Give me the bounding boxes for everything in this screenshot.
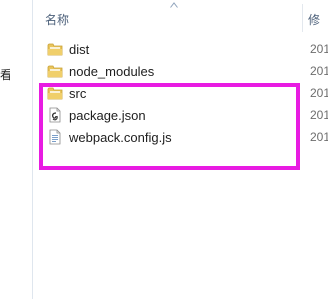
nav-item-fragment[interactable]: 看 bbox=[0, 66, 10, 83]
file-date: 201 bbox=[310, 130, 328, 144]
date-column-header[interactable]: 修 bbox=[308, 11, 320, 28]
explorer-window: 看 名称 修 dist 201 node_modules 201 src 201… bbox=[0, 0, 328, 299]
sort-ascending-icon bbox=[170, 2, 178, 8]
folder-icon bbox=[47, 43, 63, 56]
name-column-header[interactable]: 名称 bbox=[45, 11, 69, 28]
file-date: 201 bbox=[310, 108, 328, 122]
highlight-annotation bbox=[39, 83, 300, 170]
file-date: 201 bbox=[310, 64, 328, 78]
file-date: 201 bbox=[310, 42, 328, 56]
list-item-dist[interactable]: dist 201 bbox=[33, 38, 328, 60]
file-name: node_modules bbox=[69, 64, 155, 79]
file-name: dist bbox=[69, 42, 90, 57]
file-date: 201 bbox=[310, 86, 328, 100]
navigation-pane[interactable]: 看 bbox=[0, 0, 33, 299]
list-item-node-modules[interactable]: node_modules 201 bbox=[33, 60, 328, 82]
column-separator[interactable] bbox=[302, 4, 303, 32]
column-header: 名称 修 bbox=[33, 0, 328, 36]
folder-icon bbox=[47, 65, 63, 78]
